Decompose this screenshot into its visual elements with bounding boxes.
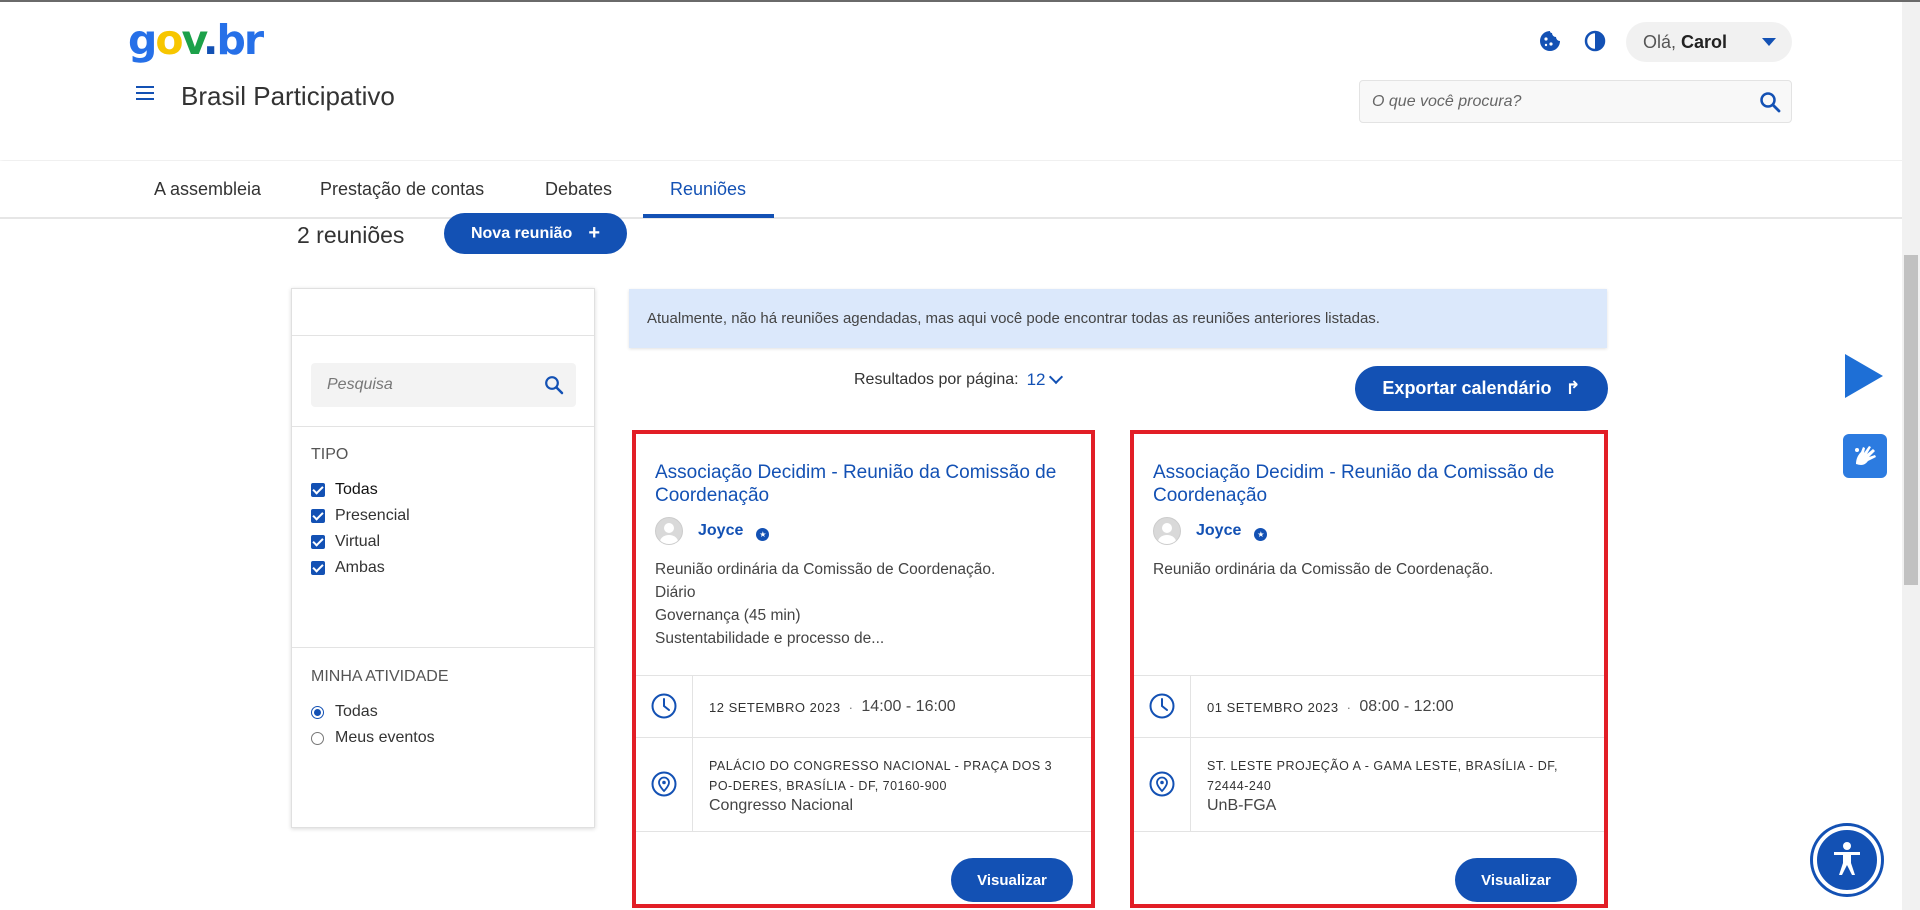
meeting-place: UnB-FGA xyxy=(1207,797,1277,814)
meeting-card: Associação Decidim - Reunião da Comissão… xyxy=(632,430,1095,908)
tab-a-assembleia[interactable]: A assembleia xyxy=(154,179,261,200)
sign-language-icon[interactable] xyxy=(1843,434,1887,478)
meeting-author: Joyce ★ xyxy=(655,517,770,545)
contrast-icon[interactable] xyxy=(1582,28,1608,54)
search-icon[interactable] xyxy=(544,375,564,395)
meeting-address: PALÁCIO DO CONGRESSO NACIONAL - PRAÇA DO… xyxy=(709,759,1053,793)
author-name[interactable]: Joyce xyxy=(1196,522,1241,540)
per-page-label: Resultados por página: xyxy=(854,371,1019,388)
meeting-date: 12 SETEMBRO 2023 · 14:00 - 16:00 xyxy=(709,698,956,715)
view-button[interactable]: Visualizar xyxy=(1455,858,1577,902)
meeting-date: 01 SETEMBRO 2023 · 08:00 - 12:00 xyxy=(1207,698,1454,715)
export-calendar-button[interactable]: Exportar calendário ↱ xyxy=(1355,366,1608,411)
meeting-author: Joyce ★ xyxy=(1153,517,1268,545)
caret-down-icon xyxy=(1762,38,1776,46)
clock-icon xyxy=(650,692,678,720)
checkbox[interactable] xyxy=(311,535,325,549)
tab-debates[interactable]: Debates xyxy=(545,179,612,200)
site-title: Brasil Participativo xyxy=(181,81,395,111)
type-option-ambas[interactable]: Ambas xyxy=(311,559,385,577)
type-option-presencial[interactable]: Presencial xyxy=(311,507,410,525)
clock-icon xyxy=(1148,692,1176,720)
type-option-virtual[interactable]: Virtual xyxy=(311,533,380,551)
filter-search-input[interactable] xyxy=(327,363,537,407)
meeting-description: Reunião ordinária da Comissão de Coorden… xyxy=(1153,561,1494,578)
results-per-page: Resultados por página: 12 xyxy=(854,369,1064,390)
gov-br-logo[interactable]: gov.br xyxy=(128,16,264,64)
activity-option-meus-eventos[interactable]: Meus eventos xyxy=(311,729,435,747)
info-notice: Atualmente, não há reuniões agendadas, m… xyxy=(629,289,1607,348)
view-button[interactable]: Visualizar xyxy=(951,858,1073,902)
meeting-title[interactable]: Associação Decidim - Reunião da Comissão… xyxy=(655,461,1075,507)
search-input[interactable] xyxy=(1372,81,1752,122)
meeting-time: 08:00 - 12:00 xyxy=(1359,698,1454,715)
active-tab-indicator xyxy=(643,214,774,218)
checkbox[interactable] xyxy=(311,561,325,575)
verified-badge-icon: ★ xyxy=(756,527,770,541)
checkbox[interactable] xyxy=(311,509,325,523)
accessibility-icon[interactable] xyxy=(1813,826,1881,894)
meeting-title[interactable]: Associação Decidim - Reunião da Comissão… xyxy=(1153,461,1573,507)
search-box xyxy=(1359,80,1792,123)
verified-badge-icon: ★ xyxy=(1254,527,1268,541)
avatar xyxy=(1153,517,1181,545)
search-icon[interactable] xyxy=(1759,91,1781,113)
user-name: Carol xyxy=(1681,31,1728,52)
meeting-place: Congresso Nacional xyxy=(709,797,854,814)
meeting-address: ST. LESTE PROJEÇÃO A - GAMA LESTE, BRASÍ… xyxy=(1207,759,1558,793)
share-arrow-icon: ↱ xyxy=(1565,378,1581,398)
meeting-description: Reunião ordinária da Comissão de Coorden… xyxy=(655,561,996,647)
user-menu-button[interactable]: Olá, Carol xyxy=(1626,22,1792,62)
export-label: Exportar calendário xyxy=(1382,378,1552,398)
meetings-count: 2 reuniões xyxy=(297,222,405,248)
play-icon[interactable] xyxy=(1845,354,1883,398)
filter-search-box xyxy=(311,363,576,407)
plus-icon: + xyxy=(588,222,601,244)
activity-option-todas[interactable]: Todas xyxy=(311,703,378,721)
meeting-card: Associação Decidim - Reunião da Comissão… xyxy=(1130,430,1608,908)
scrollbar-thumb[interactable] xyxy=(1904,255,1918,585)
avatar xyxy=(655,517,683,545)
activity-filter-heading: MINHA ATIVIDADE xyxy=(311,668,449,685)
per-page-select[interactable]: 12 xyxy=(1027,370,1046,390)
type-filter-heading: TIPO xyxy=(311,446,349,463)
location-pin-icon xyxy=(1148,770,1176,798)
tab-prestacao-de-contas[interactable]: Prestação de contas xyxy=(320,179,484,200)
menu-icon[interactable] xyxy=(136,86,154,102)
checkbox[interactable] xyxy=(311,483,325,497)
meeting-time: 14:00 - 16:00 xyxy=(861,698,956,715)
new-meeting-label: Nova reunião xyxy=(470,224,573,242)
cookie-icon[interactable] xyxy=(1537,28,1563,54)
tab-reunioes[interactable]: Reuniões xyxy=(670,179,746,200)
filter-panel: TIPO Todas Presencial Virtual Ambas MINH… xyxy=(291,288,595,828)
author-name[interactable]: Joyce xyxy=(698,522,743,540)
new-meeting-button[interactable]: Nova reunião + xyxy=(444,213,627,254)
chevron-down-icon[interactable] xyxy=(1049,369,1064,385)
radio-button[interactable] xyxy=(311,731,324,745)
location-pin-icon xyxy=(650,770,678,798)
type-option-todas[interactable]: Todas xyxy=(311,481,378,499)
tabs-bar: A assembleia Prestação de contas Debates… xyxy=(0,161,1920,219)
radio-button[interactable] xyxy=(311,705,324,719)
user-greeting: Olá, xyxy=(1643,31,1677,52)
